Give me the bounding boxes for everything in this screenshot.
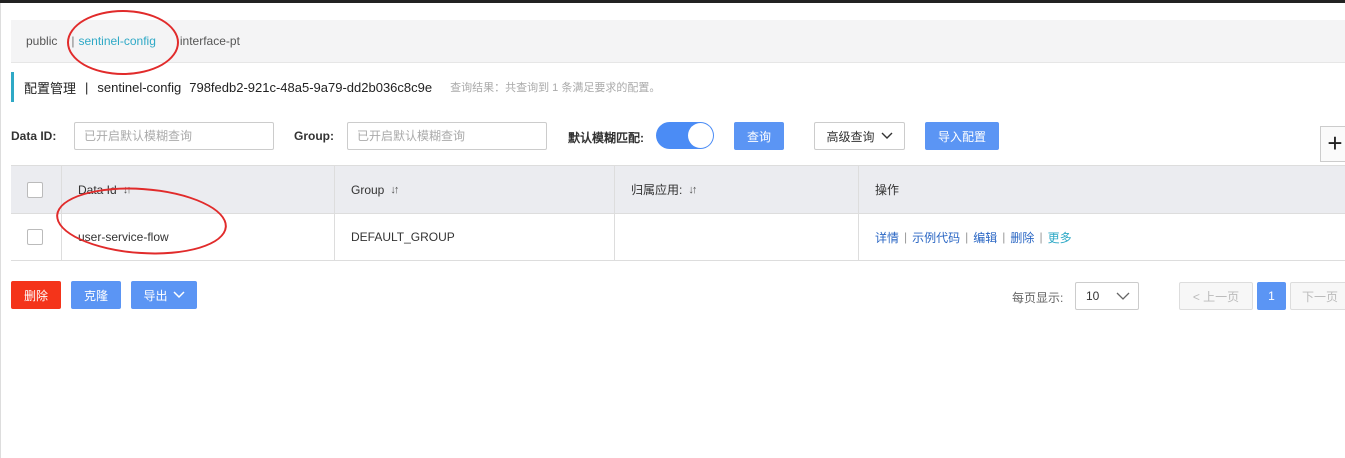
op-separator: | [1039, 230, 1043, 244]
namespace-public[interactable]: public [26, 34, 57, 48]
op-separator: | [904, 230, 908, 244]
table-row: user-service-flow DEFAULT_GROUP 详情 | 示例代码… [11, 214, 1345, 261]
config-table: Data Id ↓↑ Group ↓↑ 归属应用: ↓↑ 操作 user-servic… [11, 165, 1345, 261]
advanced-query-button[interactable]: 高级查询 [814, 122, 905, 150]
sort-icon[interactable]: ↓↑ [123, 184, 132, 196]
toggle-knob [688, 123, 713, 148]
page-size-select[interactable]: 10 [1075, 282, 1139, 310]
op-separator: | [1002, 230, 1006, 244]
delete-button[interactable]: 删除 [11, 281, 61, 309]
clone-button[interactable]: 克隆 [71, 281, 121, 309]
data-id-label: Data ID: [11, 129, 57, 143]
more-link[interactable]: 更多 [1048, 229, 1072, 246]
row-group: DEFAULT_GROUP [335, 214, 615, 260]
title-separator: | [85, 79, 89, 95]
header-app[interactable]: 归属应用: ↓↑ [615, 166, 859, 213]
delete-link[interactable]: 删除 [1010, 229, 1034, 246]
row-operations: 详情 | 示例代码 | 编辑 | 删除 | 更多 [859, 214, 1345, 260]
table-header: Data Id ↓↑ Group ↓↑ 归属应用: ↓↑ 操作 [11, 166, 1345, 214]
header-app-label: 归属应用: [631, 183, 683, 197]
header-operations: 操作 [859, 166, 1345, 213]
namespace-name: sentinel-config [97, 79, 182, 95]
details-link[interactable]: 详情 [875, 229, 899, 246]
advanced-query-label: 高级查询 [826, 129, 875, 144]
search-row: Data ID: Group: 默认模糊匹配: 查询 高级查询 导入配置 [11, 121, 1345, 151]
page-title-label: 配置管理 [24, 80, 77, 96]
op-separator: | [965, 230, 969, 244]
fuzzy-match-label: 默认模糊匹配: [568, 131, 644, 145]
left-border [0, 3, 1, 458]
next-page-button[interactable]: 下一页 [1290, 282, 1345, 310]
header-group-label: Group [351, 182, 385, 197]
header-data-id[interactable]: Data Id ↓↑ [62, 166, 335, 213]
current-page[interactable]: 1 [1257, 282, 1286, 310]
row-data-id: user-service-flow [62, 214, 335, 260]
page-size-label: 每页显示: [1012, 291, 1064, 305]
import-config-button[interactable]: 导入配置 [925, 122, 999, 150]
sort-icon[interactable]: ↓↑ [688, 184, 697, 196]
page-size-value: 10 [1086, 289, 1100, 303]
window-top-border [0, 0, 1345, 3]
namespace-interface-pt[interactable]: interface-pt [180, 34, 240, 48]
header-data-id-label: Data Id [78, 182, 117, 197]
row-checkbox-cell [11, 214, 62, 260]
query-result-text: 查询结果：共查询到 1 条满足要求的配置。 [450, 82, 661, 94]
data-id-input[interactable] [74, 122, 274, 150]
sample-code-link[interactable]: 示例代码 [912, 229, 960, 246]
prev-page-button[interactable]: < 上一页 [1179, 282, 1253, 310]
export-button[interactable]: 导出 [131, 281, 197, 309]
header-group[interactable]: Group ↓↑ [335, 166, 615, 213]
group-input[interactable] [347, 122, 547, 150]
namespace-separator: | [71, 34, 75, 48]
row-checkbox[interactable] [27, 229, 43, 245]
edit-link[interactable]: 编辑 [973, 229, 997, 246]
export-label: 导出 [143, 288, 168, 303]
row-app [615, 214, 859, 260]
chevron-down-icon [172, 291, 185, 299]
select-all-checkbox[interactable] [27, 181, 43, 198]
fuzzy-match-toggle[interactable] [656, 122, 714, 149]
sort-icon[interactable]: ↓↑ [390, 184, 399, 196]
query-button[interactable]: 查询 [734, 122, 784, 150]
namespace-sentinel-config[interactable]: sentinel-config [78, 34, 155, 48]
page-title: 配置管理 | sentinel-config 798fedb2-921c-48a… [11, 72, 660, 102]
plus-icon[interactable]: + [1320, 126, 1345, 162]
chevron-down-icon [881, 132, 892, 139]
namespace-id: 798fedb2-921c-48a5-9a79-dd2b036c8c9e [189, 79, 433, 95]
header-checkbox-cell [11, 166, 62, 213]
chevron-down-icon [1116, 292, 1130, 300]
namespace-bar: public | sentinel-config interface-pt [11, 20, 1345, 63]
group-label: Group: [294, 129, 334, 143]
header-operations-label: 操作 [875, 183, 900, 197]
